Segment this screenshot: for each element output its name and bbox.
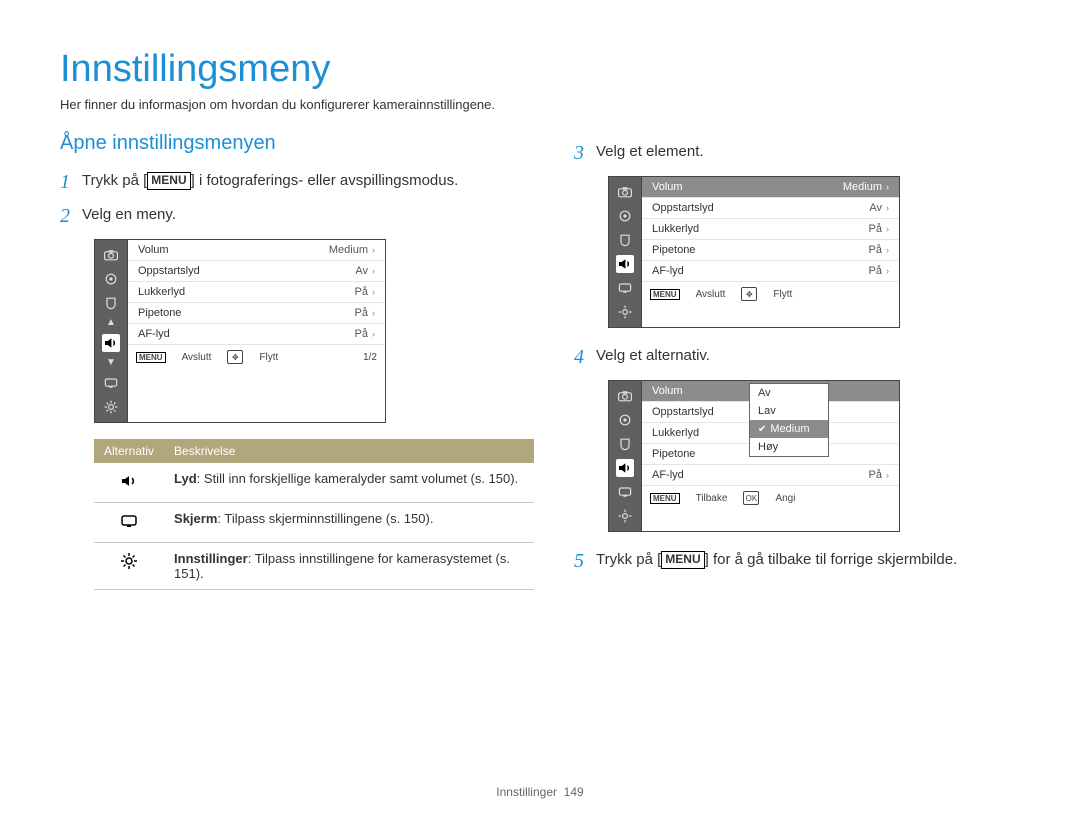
sound-icon: [94, 463, 164, 503]
display-icon: [94, 503, 164, 543]
step-number: 1: [60, 169, 82, 195]
step-5: 5 Trykk på [MENU] for å gå tilbake til f…: [574, 548, 1020, 574]
step-4-text: Velg et alternativ.: [596, 344, 710, 366]
settings-row: LukkerlydPå›: [642, 219, 899, 240]
sound-icon: [616, 255, 634, 273]
menu-icon: MENU: [650, 493, 680, 504]
step-5-text-b: ] for å gå tilbake til forrige skjermbil…: [705, 551, 958, 568]
page-title: Innstillingsmeny: [60, 48, 1020, 91]
camera-icon: [616, 387, 634, 405]
shot-footer: MENUAvslutt ✥Flytt 1/2: [128, 345, 385, 369]
up-arrow-icon: ▲: [106, 318, 116, 328]
subhead: Åpne innstillingsmenyen: [60, 132, 534, 155]
settings-row: VolumMedium›: [128, 240, 385, 261]
step-1-text-a: Trykk på [: [82, 172, 147, 189]
cup-icon: [616, 231, 634, 249]
camera-screenshot-2: VolumMedium› OppstartslydAv› LukkerlydPå…: [608, 176, 900, 328]
table-header-alternative: Alternativ: [94, 439, 164, 463]
mode-icon: [616, 411, 634, 429]
gear-icon: [616, 507, 634, 525]
settings-row: OppstartslydAv›: [128, 261, 385, 282]
table-row: Skjerm: Tilpass skjerminnstillingene (s.…: [94, 503, 534, 543]
step-number: 3: [574, 140, 596, 166]
down-arrow-icon: ▼: [106, 358, 116, 368]
step-1-text-b: ] i fotograferings- eller avspillingsmod…: [191, 172, 459, 189]
settings-row: AF-lydPå›: [642, 465, 899, 486]
camera-icon: [616, 183, 634, 201]
display-icon: [102, 374, 120, 392]
ok-icon: OK: [743, 491, 759, 505]
nav-icon: ✥: [741, 287, 757, 301]
display-icon: [616, 279, 634, 297]
nav-icon: ✥: [227, 350, 243, 364]
page-footer: Innstillinger 149: [0, 785, 1080, 799]
table-row: Lyd: Still inn forskjellige kameralyder …: [94, 463, 534, 503]
shot-footer: MENUTilbake OKAngi: [642, 486, 899, 510]
step-number: 2: [60, 203, 82, 229]
step-number: 4: [574, 344, 596, 370]
intro-text: Her finner du informasjon om hvordan du …: [60, 97, 1020, 112]
settings-row: OppstartslydAv›: [642, 198, 899, 219]
menu-button-label: MENU: [147, 172, 190, 190]
settings-row: VolumMedium›: [642, 177, 899, 198]
right-column: 3 Velg et element. VolumMedium›: [574, 132, 1020, 590]
page-indicator: 1/2: [363, 352, 377, 363]
sound-icon: [102, 334, 120, 352]
sound-icon: [616, 459, 634, 477]
settings-row: LukkerlydPå›: [128, 282, 385, 303]
settings-row: PipetonePå›: [128, 303, 385, 324]
gear-icon: [102, 398, 120, 416]
camera-screenshot-3: Volum Oppstartslyd Lukkerlyd Pipetone AF…: [608, 380, 900, 532]
table-row: Innstillinger: Tilpass innstillingene fo…: [94, 543, 534, 590]
step-1: 1 Trykk på [MENU] i fotograferings- elle…: [60, 169, 534, 195]
display-icon: [616, 483, 634, 501]
popup-option: Av: [750, 384, 828, 402]
step-4: 4 Velg et alternativ.: [574, 344, 1020, 370]
menu-icon: MENU: [650, 289, 680, 300]
mode-icon: [102, 270, 120, 288]
gear-icon: [94, 543, 164, 590]
menu-icon: MENU: [136, 352, 166, 363]
camera-screenshot-1: ▲ ▼ VolumMedium› OppstartslydAv› Lukkerl…: [94, 239, 386, 423]
menu-button-label: MENU: [661, 551, 704, 569]
table-header-description: Beskrivelse: [164, 439, 534, 463]
step-2: 2 Velg en meny.: [60, 203, 534, 229]
left-column: Åpne innstillingsmenyen 1 Trykk på [MENU…: [60, 132, 534, 590]
settings-row: AF-lydPå›: [128, 324, 385, 345]
shot-footer: MENUAvslutt ✥Flytt: [642, 282, 899, 306]
settings-row: PipetonePå›: [642, 240, 899, 261]
step-3-text: Velg et element.: [596, 140, 704, 162]
gear-icon: [616, 303, 634, 321]
camera-icon: [102, 246, 120, 264]
step-number: 5: [574, 548, 596, 574]
step-5-text-a: Trykk på [: [596, 551, 661, 568]
popup-option: Høy: [750, 438, 828, 456]
options-table: AlternativBeskrivelse Lyd: Still inn for…: [94, 439, 534, 590]
cup-icon: [616, 435, 634, 453]
settings-row: AF-lydPå›: [642, 261, 899, 282]
popup-option-selected: Medium: [750, 420, 828, 438]
step-3: 3 Velg et element.: [574, 140, 1020, 166]
mode-icon: [616, 207, 634, 225]
cup-icon: [102, 294, 120, 312]
popup-option: Lav: [750, 402, 828, 420]
step-2-text: Velg en meny.: [82, 203, 176, 225]
volume-popup: Av Lav Medium Høy: [749, 383, 829, 457]
